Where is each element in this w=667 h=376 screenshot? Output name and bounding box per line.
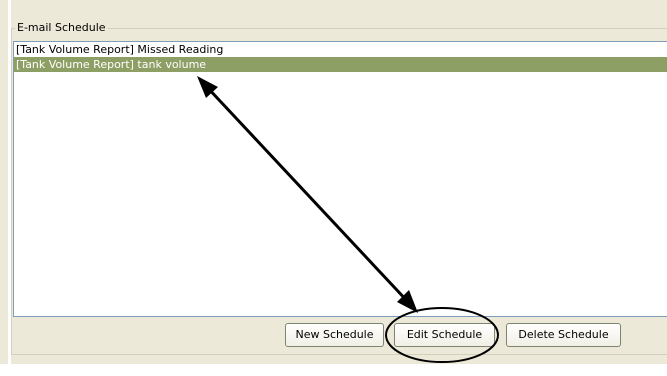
annotation-overlay: [197, 76, 499, 363]
annotation-arrow-line: [204, 84, 411, 305]
email-schedule-panel: E-mail Schedule [Tank Volume Report] Mis…: [0, 0, 667, 376]
highlight-ellipse: [385, 307, 499, 363]
